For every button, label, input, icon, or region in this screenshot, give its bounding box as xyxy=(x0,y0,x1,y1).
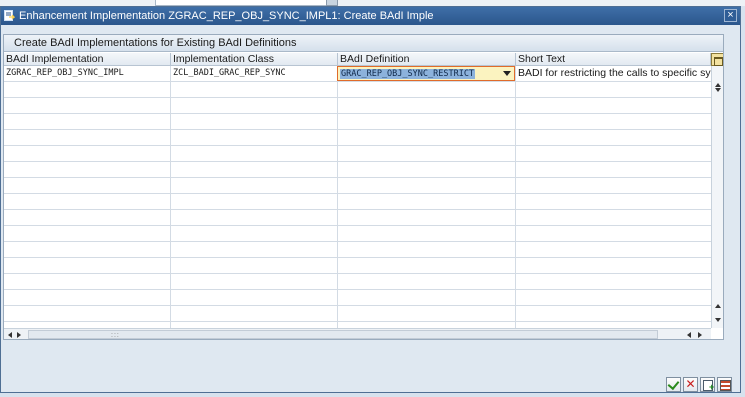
column-header-badi-definition[interactable]: BAdI Definition xyxy=(338,53,516,66)
cell-implementation-class[interactable]: ZCL_BADI_GRAC_REP_SYNC xyxy=(171,66,337,81)
scroll-down-icon[interactable] xyxy=(715,88,721,92)
scroll-left-end-icon[interactable] xyxy=(687,332,691,338)
new-entry-button[interactable] xyxy=(700,377,715,392)
close-icon: × xyxy=(727,9,734,21)
table-rows-background xyxy=(4,66,711,328)
check-icon xyxy=(667,377,680,391)
cancel-icon: ✕ xyxy=(685,377,696,391)
cell-badi-implementation[interactable]: ZGRAC_REP_OBJ_SYNC_IMPL xyxy=(4,66,170,81)
column-header-short-text[interactable]: Short Text xyxy=(516,53,711,66)
dropdown-arrow-icon[interactable] xyxy=(503,71,511,76)
cell-badi-definition-dropdown[interactable]: GRAC_REP_OBJ_SYNC_RESTRICT xyxy=(337,66,515,81)
ok-button[interactable] xyxy=(666,377,681,392)
scroll-grip: ::: xyxy=(111,332,120,339)
scroll-left-icon[interactable] xyxy=(8,332,12,338)
scroll-right-end-icon[interactable] xyxy=(698,332,702,338)
horizontal-scroll-thumb[interactable]: ::: xyxy=(28,330,658,339)
cell-short-text[interactable]: BADI for restricting the calls to specif… xyxy=(516,66,711,81)
cancel-button[interactable]: ✕ xyxy=(683,377,698,392)
badi-implementation-table: Create BAdI Implementations for Existing… xyxy=(3,34,724,340)
column-header-badi-implementation[interactable]: BAdI Implementation xyxy=(4,53,171,66)
create-badi-dialog: Enhancement Implementation ZGRAC_REP_OBJ… xyxy=(0,6,741,393)
horizontal-scrollbar[interactable]: ::: xyxy=(4,328,711,339)
column-header-implementation-class[interactable]: Implementation Class xyxy=(171,53,338,66)
enhancement-icon xyxy=(4,10,15,21)
dialog-title-bar[interactable]: Enhancement Implementation ZGRAC_REP_OBJ… xyxy=(1,7,740,25)
new-entry-icon xyxy=(703,380,714,392)
scroll-down-bottom-icon[interactable] xyxy=(715,318,721,322)
table-title: Create BAdI Implementations for Existing… xyxy=(4,35,723,52)
vertical-scrollbar[interactable] xyxy=(711,66,723,328)
column-divider xyxy=(515,66,516,328)
list-icon xyxy=(720,380,731,391)
selected-badi-definition: GRAC_REP_OBJ_SYNC_RESTRICT xyxy=(340,69,476,79)
list-button[interactable] xyxy=(717,377,732,392)
layout-settings-icon[interactable] xyxy=(711,53,723,66)
scroll-up-icon[interactable] xyxy=(715,83,721,87)
close-button[interactable]: × xyxy=(724,9,737,22)
dialog-title: Enhancement Implementation ZGRAC_REP_OBJ… xyxy=(19,10,434,22)
scroll-right-icon[interactable] xyxy=(17,332,21,338)
column-divider xyxy=(337,66,338,328)
scroll-up-bottom-icon[interactable] xyxy=(715,304,721,308)
column-divider xyxy=(170,66,171,328)
